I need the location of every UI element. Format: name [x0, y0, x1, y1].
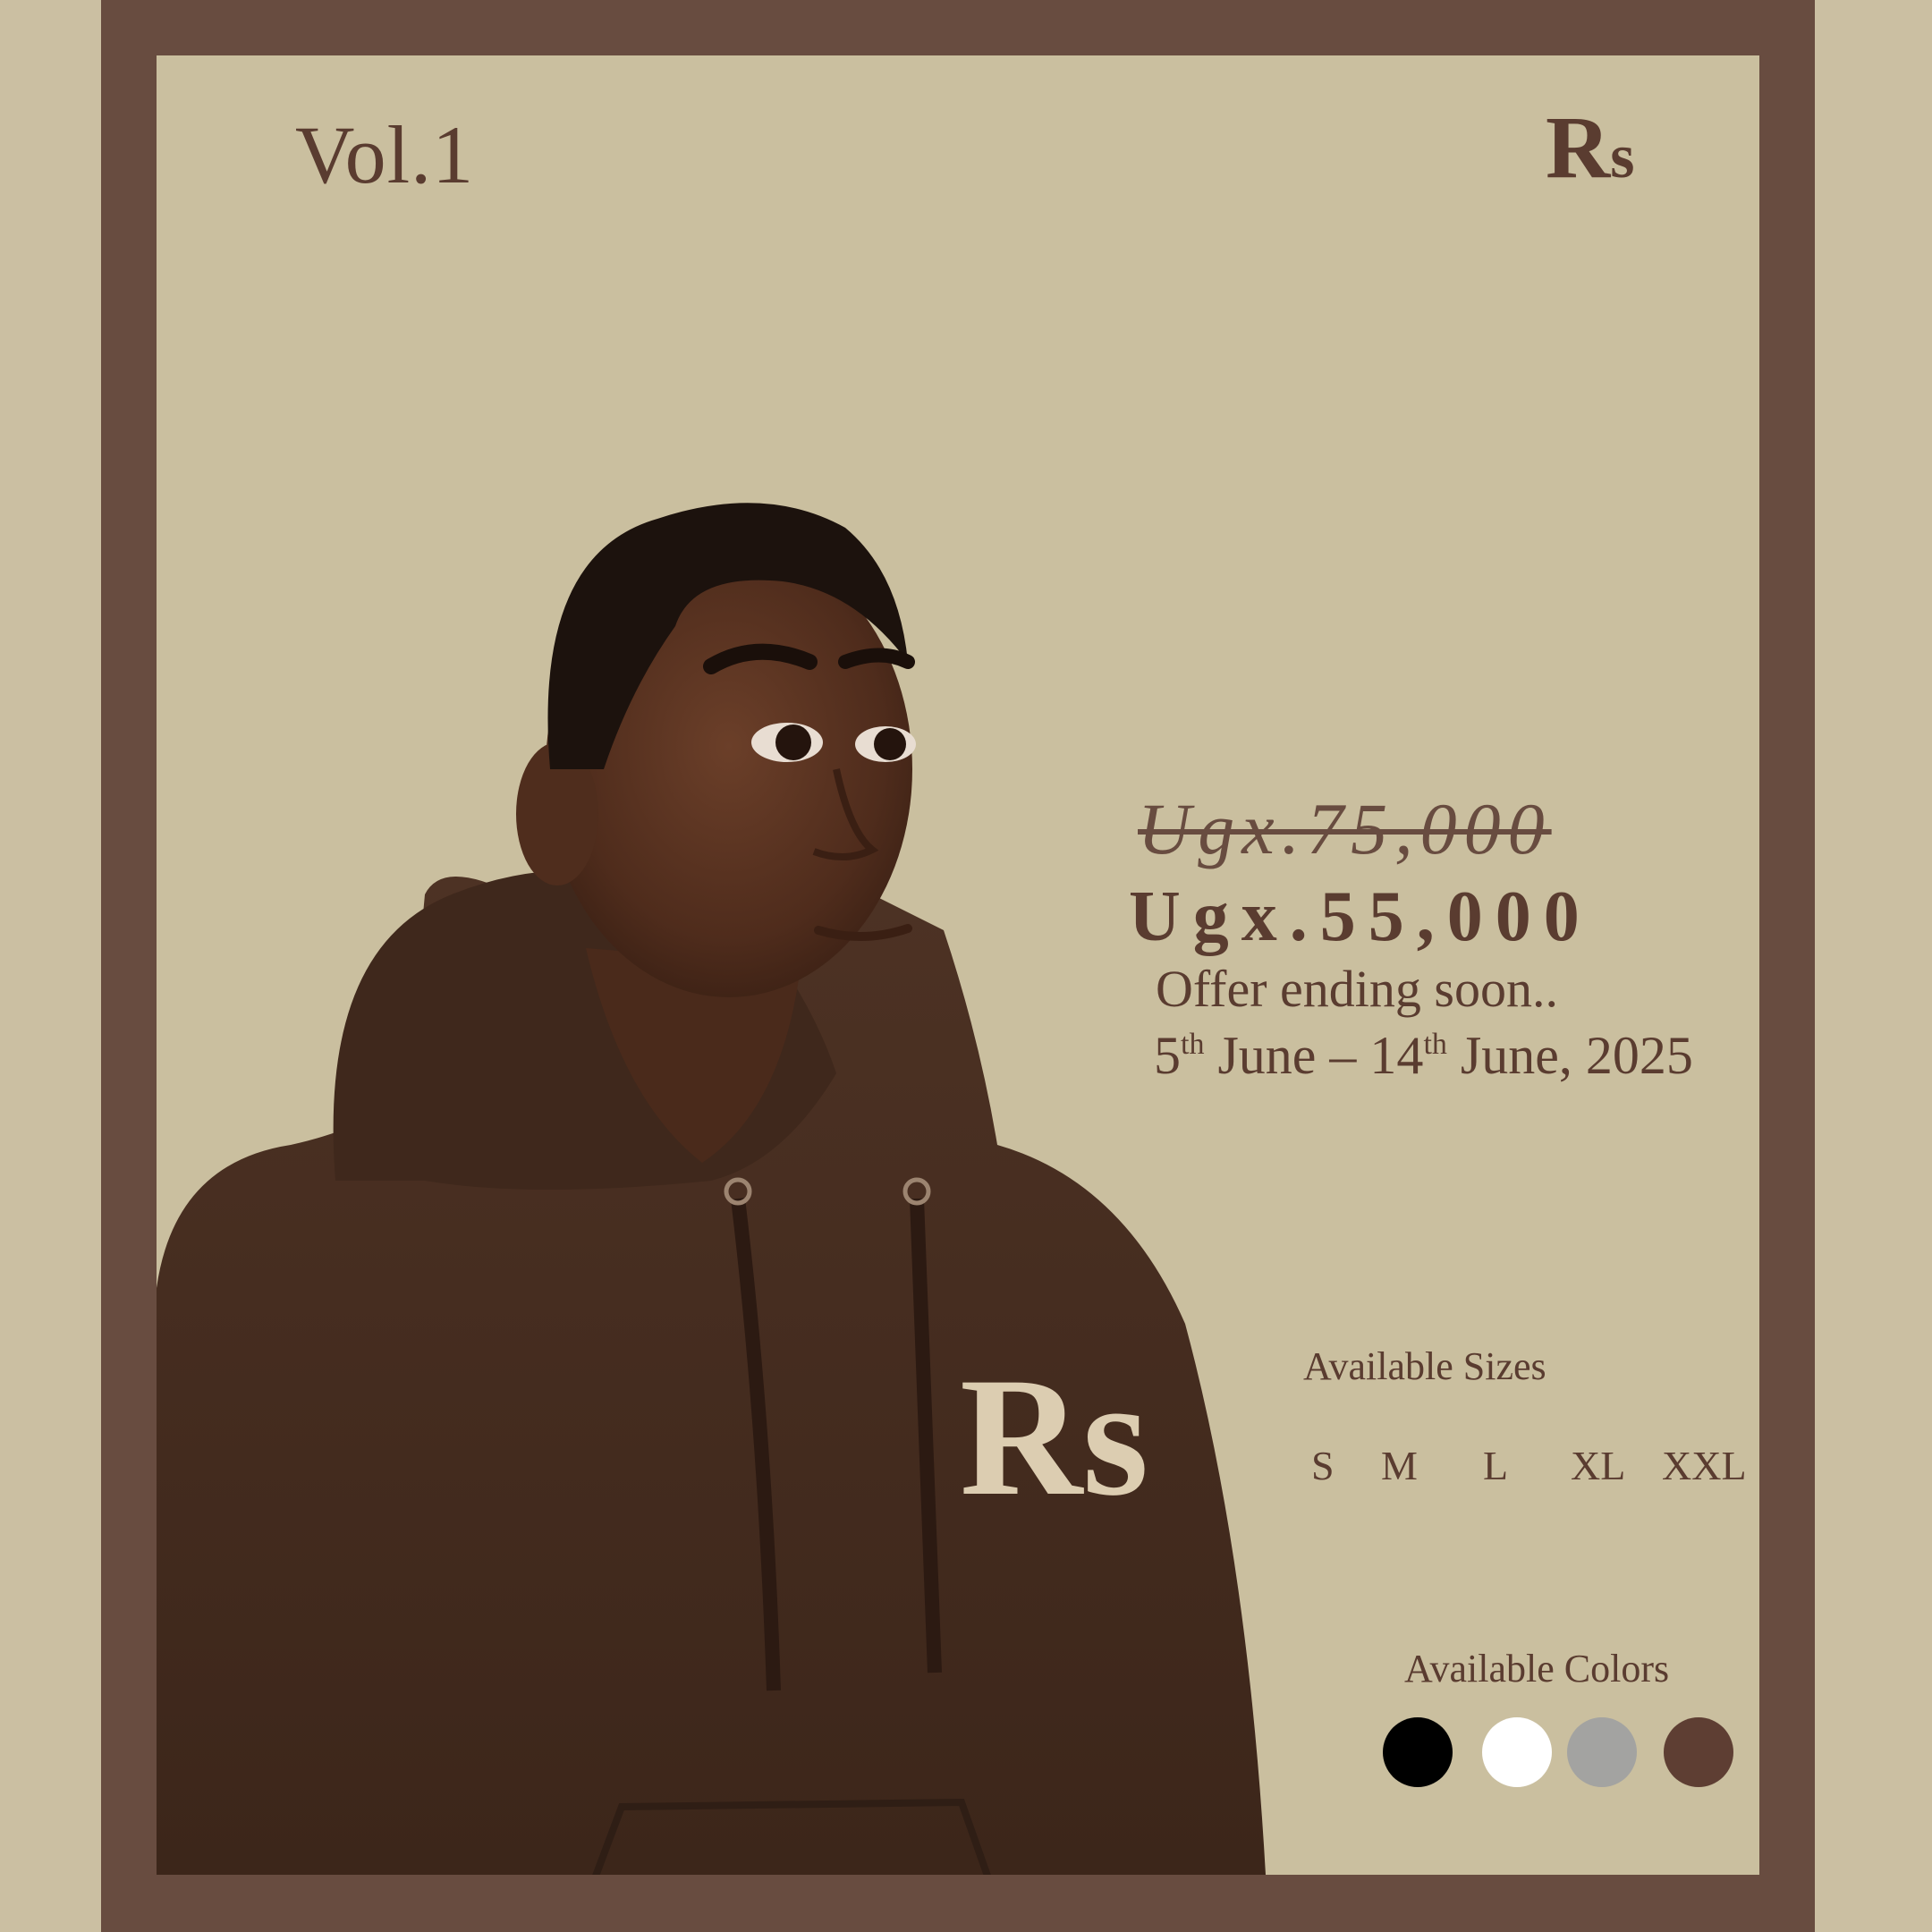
- color-swatch-brown[interactable]: [1664, 1717, 1733, 1787]
- color-swatch-white[interactable]: [1482, 1717, 1552, 1787]
- brand-logo-big: R: [1546, 97, 1611, 197]
- offer-text: Offer ending soon..: [1156, 960, 1558, 1018]
- old-price: Ugx.75,000: [1138, 788, 1552, 869]
- start-suffix: th: [1181, 1028, 1205, 1061]
- brand-logo: Rs: [1546, 103, 1634, 192]
- color-swatch-grey[interactable]: [1567, 1717, 1637, 1787]
- size-option-xxl[interactable]: XXL: [1662, 1442, 1747, 1489]
- hoodie-logo: Rs: [960, 1343, 1148, 1531]
- size-option-xl[interactable]: XL: [1571, 1442, 1625, 1489]
- start-day: 5: [1154, 1026, 1181, 1085]
- poster: Rs Vol.1 Rs Ugx.75,000 Ugx.55,000 Offer …: [0, 0, 1932, 1932]
- color-swatch-black[interactable]: [1383, 1717, 1453, 1787]
- size-option-m[interactable]: M: [1381, 1442, 1418, 1489]
- size-option-l[interactable]: L: [1483, 1442, 1508, 1489]
- end-suffix: th: [1423, 1028, 1447, 1061]
- date-end: June, 2025: [1446, 1026, 1693, 1085]
- new-price: Ugx.55,000: [1129, 877, 1592, 956]
- brand-logo-small: s: [1610, 123, 1635, 191]
- size-option-s[interactable]: S: [1311, 1442, 1335, 1489]
- sizes-title: Available Sizes: [1303, 1344, 1546, 1388]
- offer-dates: 5th June – 14th June, 2025: [1154, 1025, 1693, 1087]
- model-figure: Rs: [157, 503, 1266, 1875]
- date-middle: June – 14: [1204, 1026, 1424, 1085]
- volume-label: Vol.1: [295, 109, 475, 200]
- colors-title: Available Colors: [1404, 1647, 1670, 1690]
- size-options: S M L XL XXL: [1311, 1442, 1758, 1496]
